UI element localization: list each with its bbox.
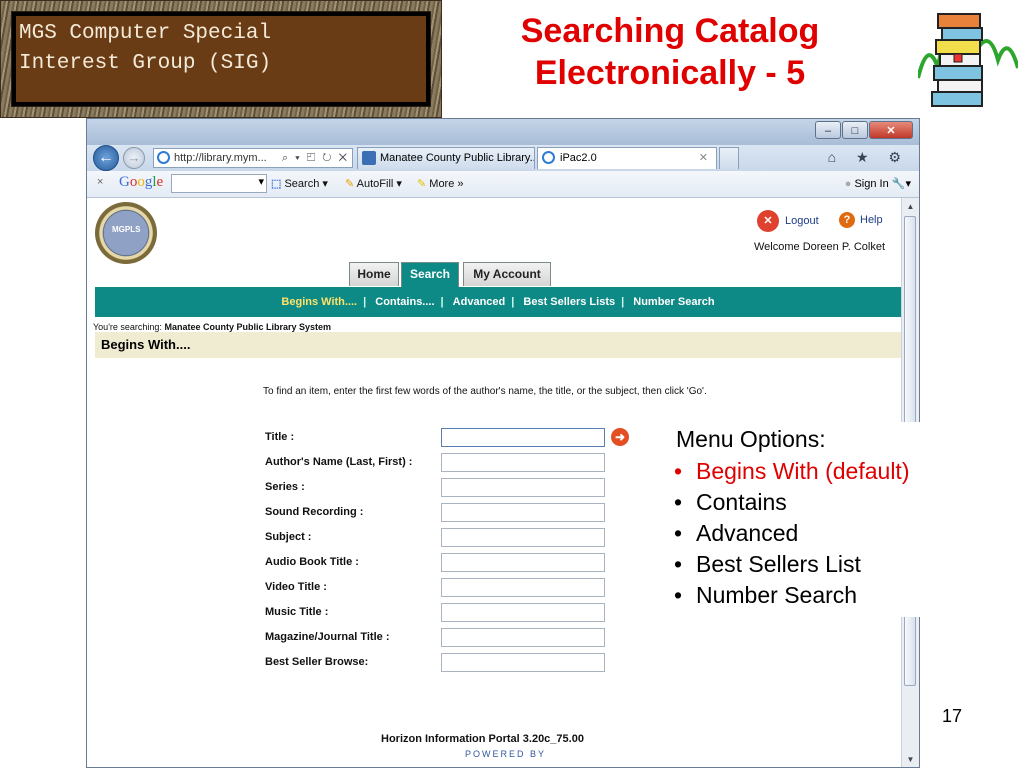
submenu-best-sellers[interactable]: Best Sellers Lists [517, 296, 621, 308]
google-search-button[interactable]: ⬚ Search ▾ [271, 177, 328, 190]
callout-title: Menu Options: [676, 426, 826, 452]
best-seller-input[interactable] [441, 653, 605, 672]
help-icon: ? [839, 212, 855, 228]
field-label: Series : [265, 481, 305, 493]
tab-home[interactable]: Home [349, 262, 399, 286]
field-label: Music Title : [265, 606, 329, 618]
section-title: Begins With.... [95, 332, 901, 358]
list-item: • Number Search [674, 582, 858, 608]
tab-search[interactable]: Search [401, 262, 459, 287]
more-button[interactable]: ✎ More » [417, 177, 464, 190]
footer-version: Horizon Information Portal 3.20c_75.00 [381, 733, 584, 745]
video-title-input[interactable] [441, 578, 605, 597]
ie-icon [542, 151, 555, 164]
address-controls[interactable]: ⌕ ▾ ◰ ↻ ✕ [282, 149, 349, 167]
close-tab-icon[interactable]: ✕ [699, 148, 708, 168]
list-item: • Best Sellers List [674, 551, 861, 577]
wrench-icon: 🔧▾ [891, 178, 911, 190]
sound-recording-input[interactable] [441, 503, 605, 522]
list-item: • Begins With (default) [674, 458, 910, 484]
magazine-input[interactable] [441, 628, 605, 647]
title-input[interactable] [441, 428, 605, 447]
tab-ipac[interactable]: iPac2.0 ✕ [537, 147, 717, 169]
google-logo: Google [119, 174, 164, 190]
subject-input[interactable] [441, 528, 605, 547]
field-label: Subject : [265, 531, 312, 543]
navigation-bar: ← → http://library.mym... ⌕ ▾ ◰ ↻ ✕ Mana… [87, 145, 919, 171]
forward-button[interactable]: → [123, 147, 145, 169]
field-label: Audio Book Title : [265, 556, 359, 568]
field-label: Title : [265, 431, 295, 443]
field-label: Video Title : [265, 581, 327, 593]
scroll-up-icon[interactable]: ▲ [904, 200, 917, 214]
welcome-text: Welcome Doreen P. Colket [754, 241, 886, 253]
slide-title: Searching Catalog Electronically - 5 [520, 12, 820, 92]
page-number: 17 [942, 706, 963, 726]
submenu-advanced[interactable]: Advanced [447, 296, 512, 308]
close-window-button[interactable]: ✕ [869, 121, 913, 139]
search-submenu-bar: Begins With.... | Contains.... | Advanced |… [95, 287, 901, 317]
footer-powered-by: Powered by [465, 749, 547, 759]
field-label: Author's Name (Last, First) : [265, 456, 413, 468]
autofill-button[interactable]: ✎ AutoFill ▾ [345, 177, 402, 190]
menu-options-list: • Begins With (default) • Contains • Advanc… [674, 456, 909, 611]
list-item: • Advanced [674, 520, 799, 546]
tab-label: Manatee County Public Library... [380, 152, 535, 164]
search-instructions: To find an item, enter the first few wor… [263, 386, 707, 397]
author-input[interactable] [441, 453, 605, 472]
scroll-down-icon[interactable]: ▼ [904, 753, 917, 767]
pencil-icon: ✎ [345, 178, 355, 190]
new-tab-button[interactable] [719, 147, 739, 169]
title-bar: – □ ✕ [87, 119, 919, 145]
audio-book-input[interactable] [441, 553, 605, 572]
search-icon: ⬚ [271, 178, 282, 190]
google-toolbar: × Google ⬚ Search ▾ ✎ AutoFill ▾ ✎ More … [87, 171, 919, 198]
maximize-button[interactable]: □ [842, 121, 868, 139]
books-stack-icon [918, 13, 1018, 107]
google-search-input[interactable] [171, 174, 267, 193]
field-label: Magazine/Journal Title : [265, 631, 390, 643]
submenu-begins-with[interactable]: Begins With.... [275, 296, 363, 308]
list-item: • Contains [674, 489, 787, 515]
library-page-icon [362, 151, 376, 165]
music-title-input[interactable] [441, 603, 605, 622]
field-label: Sound Recording : [265, 506, 364, 518]
sig-banner-text: MGS Computer Special Interest Group (SIG… [19, 22, 272, 75]
submenu-number-search[interactable]: Number Search [627, 296, 720, 308]
go-button[interactable]: ➜ [611, 428, 629, 446]
signin-icon: ● [844, 178, 852, 190]
address-bar[interactable]: http://library.mym... ⌕ ▾ ◰ ↻ ✕ [153, 148, 353, 168]
field-label: Best Seller Browse: [265, 656, 369, 668]
help-link[interactable]: ? Help [839, 212, 883, 228]
ie-icon [157, 151, 170, 164]
tab-manatee-library[interactable]: Manatee County Public Library... [357, 147, 535, 169]
logout-icon: ✕ [757, 210, 779, 232]
sign-in-button[interactable]: ● Sign In 🔧▾ [845, 177, 911, 190]
logo-text: MGPLS [112, 225, 141, 234]
tab-label: iPac2.0 [560, 152, 597, 164]
menu-options-callout: Menu Options: • Begins With (default) • Co… [668, 422, 938, 617]
highlighter-icon: ✎ [417, 178, 427, 190]
tab-my-account[interactable]: My Account [463, 262, 551, 286]
close-toolbar-icon[interactable]: × [97, 176, 103, 188]
submenu-contains[interactable]: Contains.... [369, 296, 440, 308]
sig-banner: MGS Computer Special Interest Group (SIG… [0, 0, 442, 118]
address-url: http://library.mym... [174, 152, 267, 164]
series-input[interactable] [441, 478, 605, 497]
home-favorites-tools-icons[interactable]: ⌂ ★ ⚙ [828, 149, 909, 166]
minimize-button[interactable]: – [815, 121, 841, 139]
logout-link[interactable]: ✕ Logout [757, 210, 819, 232]
searching-scope: You're searching: Manatee County Public … [93, 322, 331, 332]
back-button[interactable]: ← [93, 145, 119, 171]
